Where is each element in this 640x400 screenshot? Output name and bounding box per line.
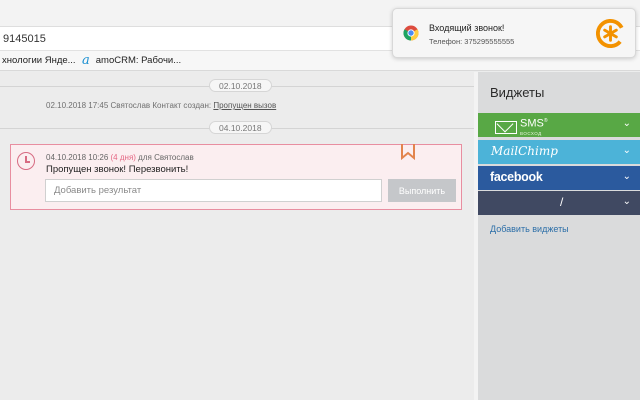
bookmark-label: amoCRM: Рабочи... (95, 55, 182, 66)
widgets-panel: Виджеты SMS® ВОСХОД ⌄ MailChimp ⌄ facebo… (478, 72, 640, 400)
date-divider: 04.10.2018 (0, 121, 474, 135)
bookmark-flag-icon (401, 144, 415, 160)
add-widgets-link[interactable]: Добавить виджеты (490, 224, 569, 234)
date-pill: 04.10.2018 (209, 121, 272, 134)
chevron-down-icon[interactable]: ⌄ (623, 143, 631, 159)
url-text: 9145015 (3, 33, 46, 45)
envelope-icon (495, 120, 517, 134)
feed-area: 02.10.2018 02.10.2018 17:45 Святослав Ко… (0, 72, 474, 400)
widget-sms-name: SMS (520, 117, 544, 130)
feed-event: 02.10.2018 17:45 Святослав Контакт созда… (46, 101, 276, 110)
bookmark-label: хнологии Янде... (2, 55, 76, 66)
task-card: 04.10.2018 10:26 (4 дня) для Святослав П… (10, 144, 462, 210)
amocrm-icon: a (82, 52, 90, 68)
bookmark-yandex[interactable]: хнологии Янде... (2, 55, 76, 66)
widget-mailchimp-name: MailChimp (491, 144, 558, 158)
task-datetime: 04.10.2018 10:26 (46, 153, 109, 162)
chrome-icon (403, 25, 419, 41)
chevron-down-icon[interactable]: ⌄ (623, 116, 631, 132)
task-days: (4 дня) (110, 153, 136, 162)
widget-sms-subtitle: ВОСХОД (520, 130, 542, 136)
task-result-input[interactable] (45, 179, 382, 202)
widget-sms-voskhod[interactable]: SMS® ВОСХОД ⌄ (478, 113, 640, 137)
task-meta: 04.10.2018 10:26 (4 дня) для Святослав (46, 153, 194, 162)
clock-icon (17, 152, 35, 170)
widget-mailchimp[interactable]: MailChimp ⌄ (478, 140, 640, 164)
widget-facebook[interactable]: facebook ⌄ (478, 166, 640, 190)
date-pill: 02.10.2018 (209, 79, 272, 92)
chevron-down-icon[interactable]: ⌄ (623, 194, 631, 210)
event-text: 02.10.2018 17:45 Святослав Контакт созда… (46, 101, 212, 110)
widget-facebook-name: facebook (490, 170, 543, 184)
widget-dark[interactable]: / ⌄ (478, 191, 640, 215)
widget-dark-name: / (560, 195, 564, 209)
widgets-title: Виджеты (490, 85, 545, 100)
bookmark-amocrm[interactable]: a amoCRM: Рабочи... (82, 52, 182, 68)
chevron-down-icon[interactable]: ⌄ (623, 169, 631, 185)
asterisk-logo-icon (595, 18, 626, 49)
task-text: Пропущен звонок! Перезвонить! (46, 164, 189, 175)
notification-body: Телефон: 375295555555 (429, 37, 515, 46)
date-divider: 02.10.2018 (0, 79, 474, 93)
sms-logo: SMS® ВОСХОД (495, 116, 548, 139)
task-assignee[interactable]: для Святослав (138, 153, 194, 162)
complete-task-button[interactable]: Выполнить (388, 179, 456, 202)
missed-call-link[interactable]: Пропущен вызов (213, 101, 276, 110)
notification-title: Входящий звонок! (429, 23, 505, 33)
incoming-call-notification[interactable]: Входящий звонок! Телефон: 375295555555 (392, 8, 636, 58)
